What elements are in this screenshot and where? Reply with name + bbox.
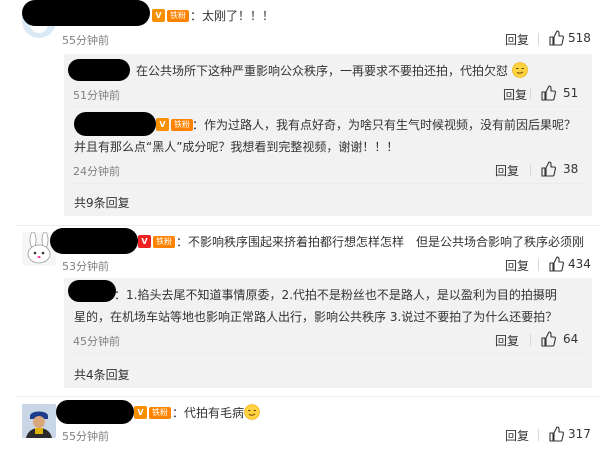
avatar[interactable] (22, 404, 56, 438)
reply-button[interactable]: 回复 (495, 332, 519, 349)
comment-text: ：代拍有毛病 (172, 402, 260, 424)
reply-button[interactable]: 回复 (505, 31, 529, 48)
like-count: 38 (563, 162, 579, 176)
user-badges: V 铁粉 (156, 118, 193, 131)
reply-text-line: ：1.掐头去尾不知道事情原委，2.代拍不是粉丝也不是路人，是以盈利为目的拍摄明 (114, 288, 557, 302)
comment-text: ：不影响秩序围起来挤着拍都行想怎样怎样 但是公共场合影响了秩序必须刚 (176, 235, 585, 249)
divider (530, 164, 531, 176)
redacted-username[interactable] (50, 228, 138, 254)
fan-badge: 铁粉 (153, 235, 175, 248)
reply-button[interactable]: 回复 (505, 427, 529, 444)
reply-text-line: 并且有那么点“黑人”成分呢？我想看到完整视频，谢谢！！！ (74, 140, 399, 154)
redacted-username[interactable] (74, 112, 156, 136)
reply-text: 在公共场所下这种严重影响公众秩序，一再要求不要拍还拍，代拍欠怼 (136, 60, 528, 82)
fan-badge: 铁粉 (149, 406, 171, 419)
reply-text-line: 星的，在机场车站等地也影响正常路人出行，影响公共秩序 3.说过不要拍了为什么还要… (74, 310, 558, 324)
like-count: 434 (568, 257, 591, 271)
divider (70, 353, 586, 354)
thumb-up-icon[interactable] (548, 30, 564, 46)
smirk-emoji-icon (512, 62, 528, 78)
fan-badge: 铁粉 (167, 9, 189, 22)
reply-button[interactable]: 回复 (495, 162, 519, 179)
divider (538, 33, 539, 45)
divider (70, 106, 586, 107)
thumb-up-icon[interactable] (540, 331, 556, 347)
thumb-up-icon[interactable] (540, 161, 556, 177)
vip-badge-icon: V (138, 235, 151, 248)
comment-text: ：太刚了！！！ (190, 9, 275, 23)
reply-time: 24分钟前 (73, 165, 120, 178)
divider (530, 334, 531, 346)
thumb-up-icon[interactable] (540, 85, 556, 101)
reply-button[interactable]: 回复 (503, 86, 527, 103)
reply-text-line: ：作为过路人，我有点好奇，为啥只有生气时候视频，没有前因后果呢？ (192, 118, 577, 132)
more-replies-link[interactable]: 共9条回复 (74, 194, 130, 211)
comment-time: 53分钟前 (62, 260, 109, 273)
reply-time: 51分钟前 (73, 89, 120, 102)
redacted-username[interactable] (22, 0, 150, 26)
user-badges: V 铁粉 (134, 406, 171, 419)
vip-badge-icon: V (156, 118, 169, 131)
redacted-username[interactable] (68, 280, 116, 302)
comment-divider (16, 396, 600, 397)
comment-time: 55分钟前 (62, 430, 109, 443)
reply-button[interactable]: 回复 (505, 257, 529, 274)
fan-badge: 铁粉 (171, 118, 193, 131)
more-replies-link[interactable]: 共4条回复 (74, 366, 130, 383)
thumb-up-icon[interactable] (548, 426, 564, 442)
divider (70, 183, 586, 184)
divider (530, 88, 531, 100)
vip-badge-icon: V (152, 9, 165, 22)
redacted-username[interactable] (56, 400, 134, 424)
like-count: 317 (568, 427, 591, 441)
person-avatar-icon (22, 404, 56, 438)
like-count: 51 (563, 86, 579, 100)
comment-time: 55分钟前 (62, 34, 109, 47)
redacted-username[interactable] (68, 59, 130, 81)
like-count: 518 (568, 31, 591, 45)
comment-divider (16, 225, 600, 226)
reply-time: 45分钟前 (73, 335, 120, 348)
user-badges: V 铁粉 (138, 235, 175, 248)
vip-badge-icon: V (134, 406, 147, 419)
divider (538, 429, 539, 441)
divider (538, 259, 539, 271)
user-badges: V 铁粉 (152, 9, 189, 22)
like-count: 64 (563, 332, 579, 346)
thumb-up-icon[interactable] (548, 256, 564, 272)
smirk-emoji-icon (244, 404, 260, 420)
